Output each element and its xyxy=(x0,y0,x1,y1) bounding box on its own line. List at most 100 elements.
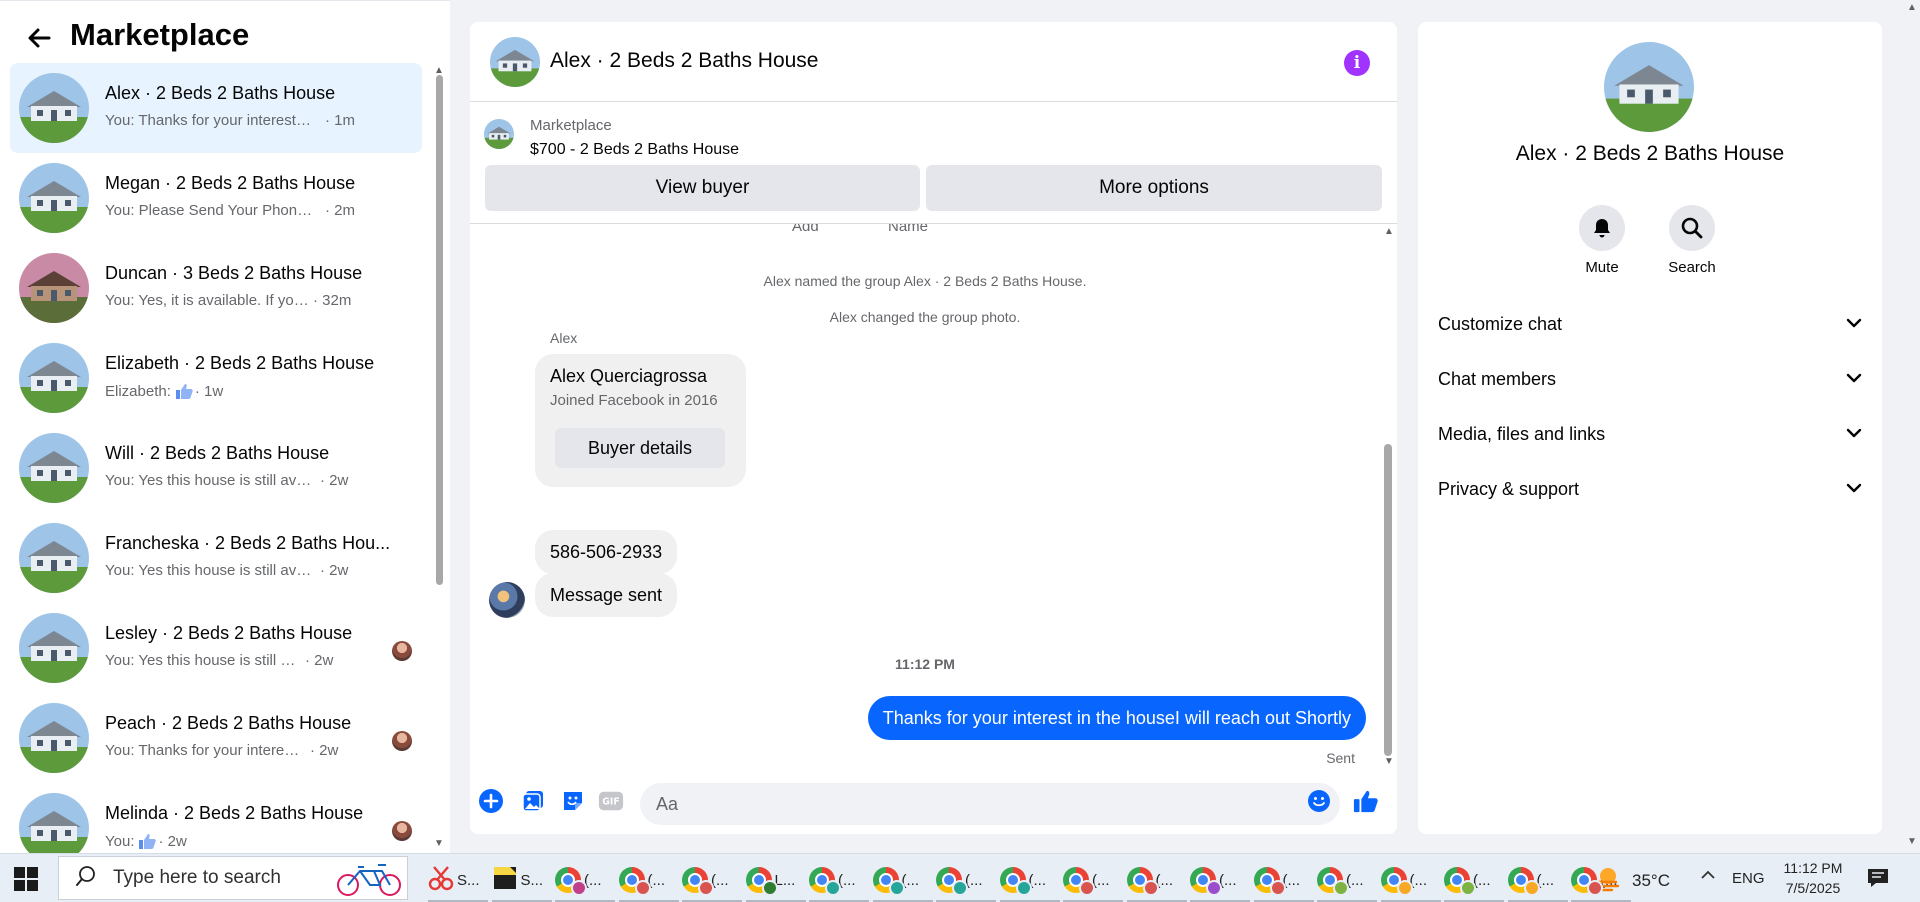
search-icon xyxy=(75,865,97,892)
conversation-preview: You: Yes this house is still availa... xyxy=(105,652,300,669)
preview-text: You: Thanks for your interest in the... xyxy=(105,112,315,129)
sidebar-scroll-thumb[interactable] xyxy=(436,75,443,585)
plus-circle-icon[interactable] xyxy=(478,788,504,814)
scroll-up-arrow-icon[interactable]: ▲ xyxy=(1384,226,1394,237)
taskbar-app[interactable]: (... xyxy=(618,863,681,902)
taskbar-app[interactable]: S... xyxy=(428,863,490,902)
conversation-item[interactable]: Lesley · 2 Beds 2 Baths House You: Yes th… xyxy=(10,603,422,693)
outgoing-message-bubble[interactable]: Thanks for your interest in the houseI w… xyxy=(867,696,1366,740)
emoji-icon[interactable] xyxy=(1306,788,1332,814)
view-buyer-button[interactable]: View buyer xyxy=(485,165,920,211)
chat-title[interactable]: Alex · 2 Beds 2 Baths House xyxy=(550,49,818,73)
sticker-icon[interactable] xyxy=(560,788,586,814)
chrome-icon xyxy=(682,867,714,896)
taskbar-app[interactable]: (... xyxy=(1253,863,1316,902)
system-clock[interactable]: 11:12 PM 7/5/2025 xyxy=(1782,858,1844,898)
sender-avatar[interactable] xyxy=(489,582,525,618)
conversation-time: · 2w xyxy=(305,652,334,669)
chat-members-section[interactable]: Chat members xyxy=(1438,359,1862,399)
house-icon[interactable] xyxy=(19,793,89,854)
conversation-item[interactable]: Duncan · 3 Beds 2 Baths House You: Yes, i… xyxy=(10,243,422,333)
system-message: Alex changed the group photo. xyxy=(829,309,1021,325)
conversation-time: · 32m xyxy=(313,292,352,309)
sent-status: Sent xyxy=(1326,750,1355,766)
taskbar-app[interactable]: (... xyxy=(1444,863,1506,902)
chat-avatar[interactable] xyxy=(490,37,540,87)
buyer-details-button[interactable]: Buyer details xyxy=(555,428,725,468)
scroll-up-arrow-icon[interactable]: ▲ xyxy=(1907,2,1917,13)
section-label: Media, files and links xyxy=(1438,423,1606,444)
sidebar-scrollbar[interactable]: ▲ ▼ xyxy=(432,63,446,854)
listing-thumbnail[interactable] xyxy=(484,119,514,149)
gif-icon[interactable]: GIF xyxy=(598,788,624,814)
message-sent-bubble[interactable]: Message sent xyxy=(535,573,678,617)
bell-icon[interactable] xyxy=(1579,205,1625,251)
chevron-up-icon[interactable] xyxy=(1700,867,1716,885)
chevron-down-icon xyxy=(1846,370,1862,388)
taskbar-app[interactable]: (... xyxy=(1063,863,1125,902)
conversation-name: Peach · 2 Beds 2 Baths House xyxy=(105,713,352,733)
weather-widget[interactable]: 35°C xyxy=(1590,864,1670,897)
taskbar-app[interactable]: S... xyxy=(491,863,554,902)
house-icon[interactable] xyxy=(19,73,89,143)
conversation-item[interactable]: Elizabeth · 2 Beds 2 Baths House Elizabet… xyxy=(10,333,422,423)
chevron-down-icon xyxy=(1846,425,1862,443)
taskbar-app[interactable]: (... xyxy=(809,863,871,902)
house-icon[interactable] xyxy=(19,523,89,593)
phone-number-message[interactable]: 586-506-2933 xyxy=(535,530,678,574)
windows-start-icon[interactable] xyxy=(14,867,38,891)
taskbar-app[interactable]: (... xyxy=(682,863,744,902)
house-icon[interactable] xyxy=(19,163,89,233)
customize-chat-section[interactable]: Customize chat xyxy=(1438,304,1862,344)
house-icon[interactable] xyxy=(19,703,89,773)
taskbar-search-box[interactable]: Type here to search xyxy=(58,856,408,900)
house-icon[interactable] xyxy=(19,343,89,413)
sunset-house-icon[interactable] xyxy=(19,253,89,323)
chat-info-panel: Alex · 2 Beds 2 Baths House Mute Search … xyxy=(1418,22,1882,834)
sender-name: Alex xyxy=(550,330,578,346)
taskbar-app[interactable]: (... xyxy=(936,863,998,902)
scroll-down-arrow-icon[interactable]: ▼ xyxy=(1384,756,1394,767)
more-options-button[interactable]: More options xyxy=(926,165,1382,211)
conversation-item[interactable]: Francheska · 2 Beds 2 Baths Hou... You: Y… xyxy=(10,513,422,603)
sidebar-header: Marketplace xyxy=(0,1,450,63)
house-icon[interactable] xyxy=(19,433,89,503)
house-icon[interactable] xyxy=(19,613,89,683)
conversation-item[interactable]: Melinda · 2 Beds 2 Baths House You: · 2w xyxy=(10,783,422,854)
taskbar-app[interactable]: (... xyxy=(555,863,617,902)
listing-price-title[interactable]: $700 - 2 Beds 2 Baths House xyxy=(530,141,739,159)
info-icon[interactable]: i xyxy=(1344,50,1370,76)
conversation-item[interactable]: Megan · 2 Beds 2 Baths House You: Please … xyxy=(10,153,422,243)
scroll-down-arrow-icon[interactable]: ▼ xyxy=(1907,836,1917,847)
conversation-item[interactable]: Alex · 2 Beds 2 Baths House You: Thanks f… xyxy=(10,63,422,153)
thumbs-up-icon[interactable] xyxy=(1353,788,1379,814)
taskbar-app[interactable]: L... xyxy=(745,863,808,902)
page-scrollbar[interactable]: ▲ ▼ xyxy=(1904,0,1920,853)
preview-text: You: Yes this house is still available .… xyxy=(105,472,315,489)
language-indicator[interactable]: ENG xyxy=(1732,870,1765,887)
message-input[interactable] xyxy=(640,783,1340,825)
info-avatar[interactable] xyxy=(1604,42,1694,132)
conversation-item[interactable]: Peach · 2 Beds 2 Baths House You: Thanks … xyxy=(10,693,422,783)
media-files-links-section[interactable]: Media, files and links xyxy=(1438,414,1862,454)
chat-scrollbar[interactable]: ▲ ▼ xyxy=(1381,224,1395,772)
mute-button[interactable]: Mute xyxy=(1567,205,1637,276)
taskbar-app[interactable]: (... xyxy=(1190,863,1252,902)
taskbar-app[interactable]: (... xyxy=(872,863,935,902)
taskbar-app[interactable]: (... xyxy=(1317,863,1379,902)
taskbar-app[interactable]: (... xyxy=(1507,863,1570,902)
back-arrow-icon[interactable] xyxy=(24,23,54,53)
search-button[interactable]: Search xyxy=(1657,205,1727,276)
chat-scroll-thumb[interactable] xyxy=(1384,444,1392,756)
photo-icon[interactable] xyxy=(520,788,546,814)
taskbar-app[interactable]: (... xyxy=(999,863,1062,902)
search-icon[interactable] xyxy=(1669,205,1715,251)
notification-icon[interactable] xyxy=(1866,867,1890,889)
conversation-item[interactable]: Will · 2 Beds 2 Baths House You: Yes this… xyxy=(10,423,422,513)
chat-header: Alex · 2 Beds 2 Baths House i xyxy=(470,22,1397,102)
taskbar-app[interactable]: (... xyxy=(1380,863,1443,902)
taskbar-search-placeholder: Type here to search xyxy=(113,867,281,888)
privacy-support-section[interactable]: Privacy & support xyxy=(1438,469,1862,509)
scroll-down-arrow-icon[interactable]: ▼ xyxy=(434,838,444,849)
taskbar-app[interactable]: (... xyxy=(1126,863,1189,902)
